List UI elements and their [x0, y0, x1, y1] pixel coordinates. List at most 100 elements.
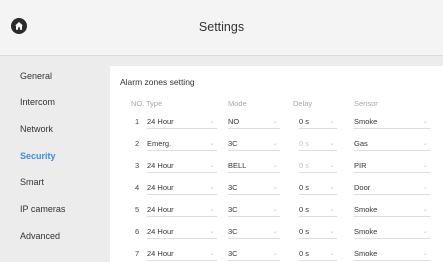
table-row: 2 Emerg. ⌄ 3C ⌄ 0 s ⌄ Gas ⌄ — [110, 134, 443, 152]
delay-select: 0 s ⌄ — [299, 158, 337, 173]
chevron-down-icon: ⌄ — [272, 250, 278, 257]
sensor-select[interactable]: Smoke ⌄ — [354, 246, 430, 261]
sensor-value: PIR — [354, 161, 367, 170]
sidebar-item-general[interactable]: General — [20, 71, 52, 81]
type-select[interactable]: 24 Hour ⌄ — [147, 224, 217, 239]
column-header-delay: Delay — [293, 99, 313, 108]
mode-select[interactable]: 3C ⌄ — [228, 246, 280, 261]
type-select[interactable]: 24 Hour ⌄ — [147, 114, 217, 129]
type-select[interactable]: Emerg. ⌄ — [147, 136, 217, 151]
sidebar-item-intercom[interactable]: Intercom — [20, 97, 55, 107]
mode-select[interactable]: 3C ⌄ — [228, 180, 280, 195]
table-row: 1 24 Hour ⌄ NO ⌄ 0 s ⌄ Smoke ⌄ — [110, 112, 443, 130]
column-header-no: NO. — [131, 99, 145, 108]
chevron-down-icon: ⌄ — [329, 140, 335, 147]
column-header-type: Type — [146, 99, 163, 108]
chevron-down-icon: ⌄ — [209, 118, 215, 125]
chevron-down-icon: ⌄ — [272, 118, 278, 125]
chevron-down-icon: ⌄ — [329, 162, 335, 169]
sensor-select[interactable]: Smoke ⌄ — [354, 224, 430, 239]
sidebar-item-advanced[interactable]: Advanced — [20, 231, 60, 241]
chevron-down-icon: ⌄ — [329, 250, 335, 257]
chevron-down-icon: ⌄ — [209, 228, 215, 235]
mode-select[interactable]: 3C ⌄ — [228, 224, 280, 239]
sensor-select[interactable]: Door ⌄ — [354, 180, 430, 195]
panel-title: Alarm zones setting — [120, 77, 195, 87]
chevron-down-icon: ⌄ — [329, 184, 335, 191]
mode-value: 3C — [228, 183, 238, 192]
delay-value: 0 s — [299, 161, 310, 170]
chevron-down-icon: ⌄ — [422, 118, 428, 125]
sidebar-item-smart[interactable]: Smart — [20, 177, 44, 187]
table-row: 5 24 Hour ⌄ 3C ⌄ 0 s ⌄ Smoke ⌄ — [110, 200, 443, 218]
type-select[interactable]: 24 Hour ⌄ — [147, 246, 217, 261]
mode-select[interactable]: 3C ⌄ — [228, 136, 280, 151]
table-row: 3 24 Hour ⌄ BELL ⌄ 0 s ⌄ PIR ⌄ — [110, 156, 443, 174]
chevron-down-icon: ⌄ — [272, 228, 278, 235]
sensor-select[interactable]: Smoke ⌄ — [354, 202, 430, 217]
chevron-down-icon: ⌄ — [209, 140, 215, 147]
alarm-zones-panel: Alarm zones setting NO. Type Mode Delay … — [110, 66, 443, 262]
type-select[interactable]: 24 Hour ⌄ — [147, 202, 217, 217]
chevron-down-icon: ⌄ — [329, 228, 335, 235]
delay-select: 0 s ⌄ — [299, 136, 337, 151]
sensor-value: Gas — [354, 139, 368, 148]
type-value: Emerg. — [147, 139, 172, 148]
column-header-mode: Mode — [228, 99, 247, 108]
sensor-select[interactable]: Smoke ⌄ — [354, 114, 430, 129]
delay-value: 0 s — [299, 117, 310, 126]
sidebar-item-security[interactable]: Security — [20, 151, 56, 161]
mode-select[interactable]: BELL ⌄ — [228, 158, 280, 173]
delay-select[interactable]: 0 s ⌄ — [299, 202, 337, 217]
type-value: 24 Hour — [147, 117, 174, 126]
mode-select[interactable]: 3C ⌄ — [228, 202, 280, 217]
chevron-down-icon: ⌄ — [422, 162, 428, 169]
sensor-value: Smoke — [354, 249, 378, 258]
chevron-down-icon: ⌄ — [209, 162, 215, 169]
chevron-down-icon: ⌄ — [422, 184, 428, 191]
zone-number: 6 — [135, 227, 140, 236]
column-header-sensor: Sensor — [354, 99, 378, 108]
table-row: 4 24 Hour ⌄ 3C ⌄ 0 s ⌄ Door ⌄ — [110, 178, 443, 196]
mode-value: NO — [228, 117, 240, 126]
type-value: 24 Hour — [147, 183, 174, 192]
delay-select[interactable]: 0 s ⌄ — [299, 180, 337, 195]
table-row: 7 24 Hour ⌄ 3C ⌄ 0 s ⌄ Smoke ⌄ — [110, 244, 443, 262]
sensor-value: Smoke — [354, 227, 378, 236]
delay-value: 0 s — [299, 227, 310, 236]
zone-number: 1 — [135, 117, 140, 126]
page-title: Settings — [198, 20, 245, 34]
sidebar-item-network[interactable]: Network — [20, 124, 53, 134]
chevron-down-icon: ⌄ — [272, 162, 278, 169]
sensor-value: Smoke — [354, 117, 378, 126]
chevron-down-icon: ⌄ — [422, 228, 428, 235]
mode-value: BELL — [228, 161, 247, 170]
delay-value: 0 s — [299, 249, 310, 258]
chevron-down-icon: ⌄ — [329, 118, 335, 125]
type-select[interactable]: 24 Hour ⌄ — [147, 180, 217, 195]
mode-value: 3C — [228, 227, 238, 236]
mode-select[interactable]: NO ⌄ — [228, 114, 280, 129]
zone-number: 2 — [135, 139, 140, 148]
mode-value: 3C — [228, 249, 238, 258]
zone-number: 4 — [135, 183, 140, 192]
chevron-down-icon: ⌄ — [422, 140, 428, 147]
mode-value: 3C — [228, 205, 238, 214]
sensor-select[interactable]: Gas ⌄ — [354, 136, 430, 151]
sensor-select[interactable]: PIR ⌄ — [354, 158, 430, 173]
type-select[interactable]: 24 Hour ⌄ — [147, 158, 217, 173]
delay-select[interactable]: 0 s ⌄ — [299, 246, 337, 261]
sidebar-item-ip-cameras[interactable]: IP cameras — [20, 204, 65, 214]
zone-number: 3 — [135, 161, 140, 170]
type-value: 24 Hour — [147, 249, 174, 258]
type-value: 24 Hour — [147, 161, 174, 170]
sidebar: General Intercom Network Security Smart … — [0, 56, 100, 262]
delay-select[interactable]: 0 s ⌄ — [299, 114, 337, 129]
chevron-down-icon: ⌄ — [209, 206, 215, 213]
chevron-down-icon: ⌄ — [422, 250, 428, 257]
type-value: 24 Hour — [147, 205, 174, 214]
type-value: 24 Hour — [147, 227, 174, 236]
mode-value: 3C — [228, 139, 238, 148]
table-row: 6 24 Hour ⌄ 3C ⌄ 0 s ⌄ Smoke ⌄ — [110, 222, 443, 240]
delay-select[interactable]: 0 s ⌄ — [299, 224, 337, 239]
